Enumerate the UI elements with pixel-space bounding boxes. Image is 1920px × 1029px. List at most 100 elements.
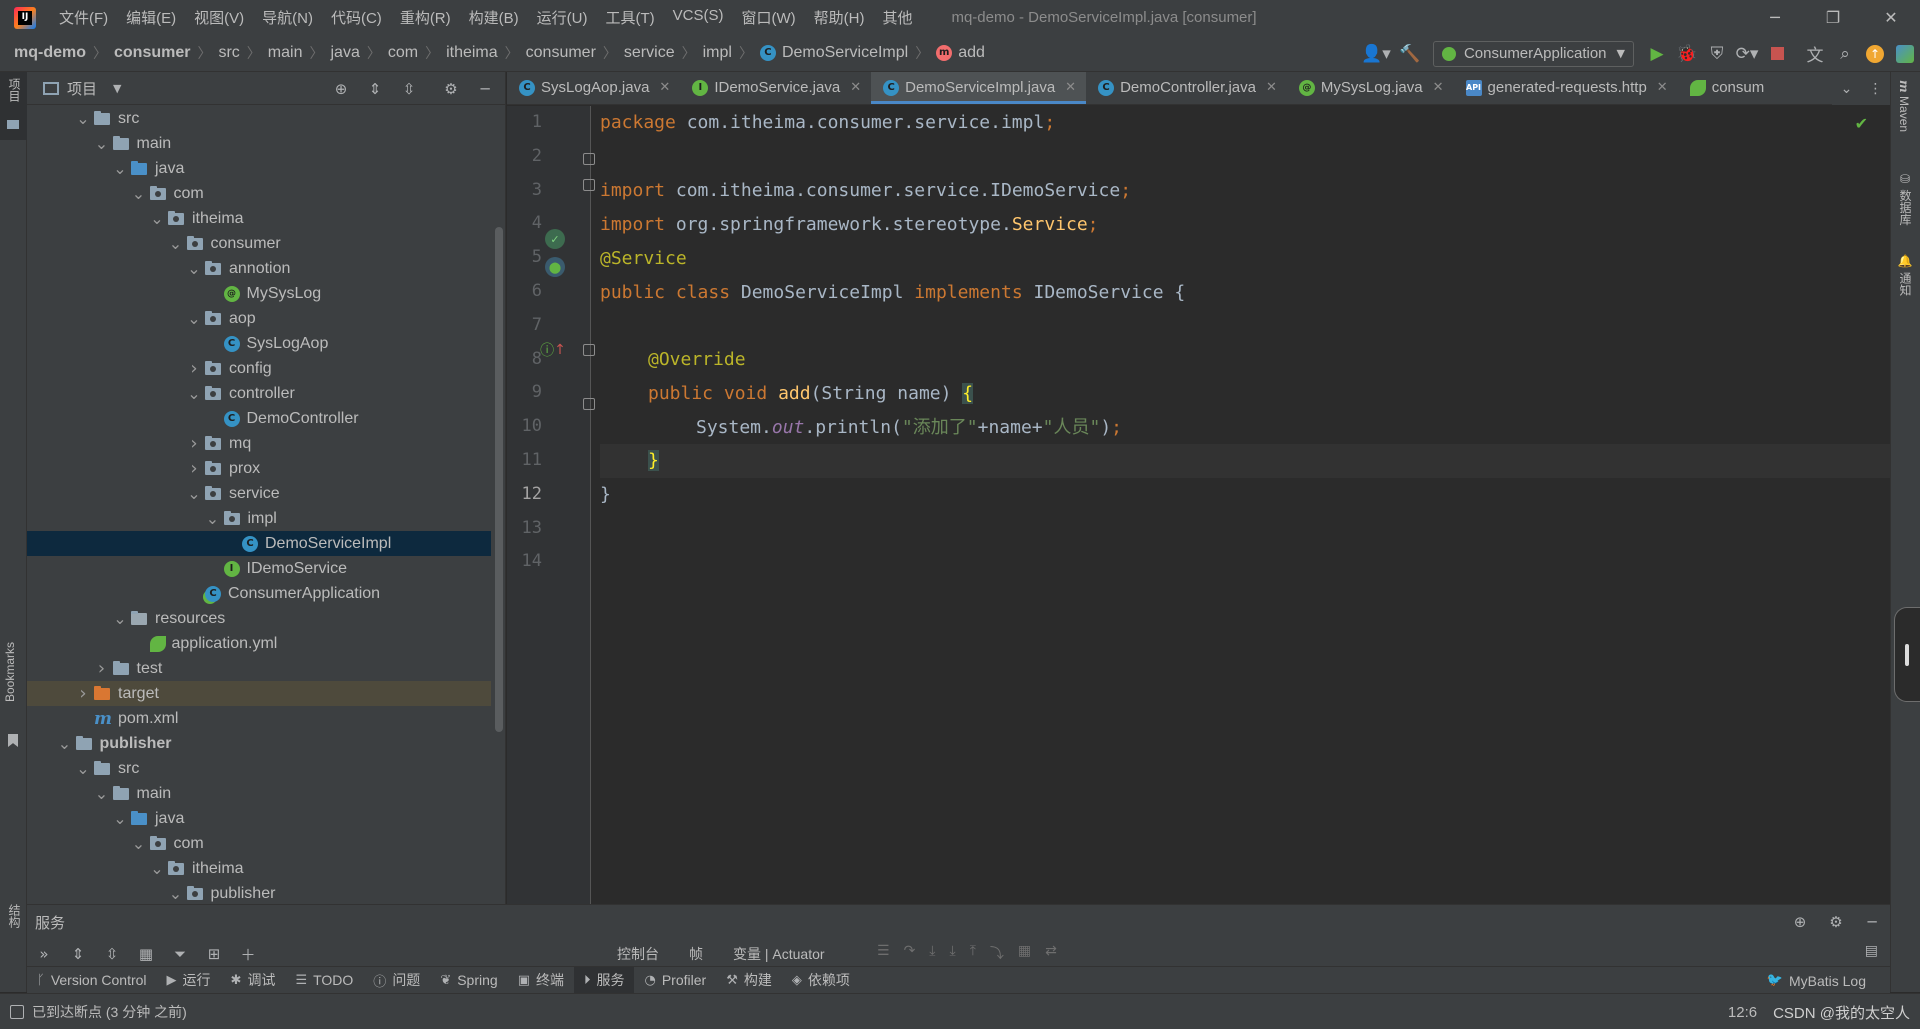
- tree-item[interactable]: ⌄ impl: [27, 506, 491, 531]
- breadcrumb-item[interactable]: C DemoServiceImpl: [759, 44, 908, 62]
- trace-icon[interactable]: ⇄: [1045, 943, 1057, 963]
- chevron-down-icon[interactable]: ⌄: [183, 484, 205, 503]
- tool-window-button[interactable]: ⏵ 服务: [573, 966, 635, 994]
- menu-icon[interactable]: ☰: [877, 943, 890, 963]
- close-icon[interactable]: ✕: [1065, 80, 1076, 95]
- tree-item[interactable]: ⌄ itheima: [27, 206, 491, 231]
- force-step-into-icon[interactable]: ⤓: [950, 943, 956, 963]
- chevron-down-icon[interactable]: ⌄: [146, 209, 168, 228]
- tree-item[interactable]: ⌄ consumer: [27, 231, 491, 256]
- chevron-down-icon[interactable]: ⌄: [165, 884, 187, 903]
- code-line-12[interactable]: }: [600, 444, 1890, 478]
- structure-tool-tab[interactable]: 结构: [6, 904, 23, 928]
- tree-item[interactable]: ⌄ main: [27, 131, 491, 156]
- tree-item[interactable]: ·CDemoController: [27, 406, 491, 431]
- tree-item[interactable]: › target: [27, 681, 491, 706]
- tree-item[interactable]: ⌄ com: [27, 831, 491, 856]
- globe-icon[interactable]: ⊕: [1788, 910, 1812, 934]
- hide-icon[interactable]: ─: [471, 75, 499, 103]
- tree-item[interactable]: ⌄ java: [27, 806, 491, 831]
- spring-bean-icon[interactable]: ⬤: [545, 257, 565, 277]
- menu-item[interactable]: 窗口(W): [732, 7, 804, 28]
- add-icon[interactable]: ＋: [236, 942, 260, 966]
- evaluate-icon[interactable]: ▦: [1018, 943, 1031, 963]
- close-icon[interactable]: ✕: [659, 80, 670, 95]
- debug-tab[interactable]: 变量 | Actuator: [733, 944, 825, 964]
- intellij-logo-icon[interactable]: IJ: [14, 6, 36, 29]
- menu-item[interactable]: 编辑(E): [117, 7, 185, 28]
- close-icon[interactable]: ✕: [1657, 80, 1668, 95]
- menu-item[interactable]: 重构(R): [391, 7, 460, 28]
- search-icon[interactable]: ⌕: [1830, 39, 1860, 69]
- tree-item[interactable]: › test: [27, 656, 491, 681]
- tool-window-button[interactable]: ❦ Spring: [430, 967, 507, 994]
- menu-item[interactable]: 代码(C): [322, 7, 391, 28]
- menu-item[interactable]: VCS(S): [664, 7, 733, 28]
- step-into-icon[interactable]: ⤓: [929, 943, 935, 963]
- breadcrumb-item[interactable]: java: [330, 44, 359, 62]
- menu-item[interactable]: 帮助(H): [805, 7, 874, 28]
- coverage-icon[interactable]: ⛨: [1702, 39, 1732, 69]
- menu-item[interactable]: 运行(U): [528, 7, 597, 28]
- bookmarks-tool-tab[interactable]: Bookmarks: [3, 642, 17, 702]
- translate-icon[interactable]: 文: [1800, 39, 1830, 69]
- tree-item[interactable]: ⌄ src: [27, 106, 491, 131]
- code-line-4[interactable]: import org.springframework.stereotype.Se…: [600, 208, 1890, 242]
- editor-gutter[interactable]: ✓ ⬤ ⓘ ↑ 1 2 3 4 5 6 7 8 9 10 11 12 13 14: [507, 106, 595, 904]
- spring-bean-icon[interactable]: ✓: [545, 229, 565, 249]
- tree-item[interactable]: ⌄ aop: [27, 306, 491, 331]
- tree-item[interactable]: ·CDemoServiceImpl: [27, 531, 491, 556]
- breadcrumb-item[interactable]: service: [624, 44, 675, 62]
- chevron-down-icon[interactable]: ⌄: [146, 859, 168, 878]
- code-line-6[interactable]: @Service: [600, 242, 1890, 276]
- run-to-cursor-icon[interactable]: ⤵: [990, 943, 1004, 963]
- tree-item[interactable]: ⌄ main: [27, 781, 491, 806]
- maven-tool-tab[interactable]: m Maven: [1897, 80, 1911, 132]
- hide-icon[interactable]: ─: [1860, 910, 1884, 934]
- tree-item[interactable]: ⌄ java: [27, 156, 491, 181]
- code-line-7[interactable]: public class DemoServiceImpl implements …: [600, 276, 1890, 310]
- expand-all-icon[interactable]: ⇕: [361, 75, 389, 103]
- tree-item[interactable]: ·application.yml: [27, 631, 491, 656]
- build-hammer-icon[interactable]: 🔨: [1395, 39, 1425, 69]
- tool-window-button[interactable]: ◈ 依赖项: [782, 967, 860, 994]
- implements-method-icon[interactable]: ⓘ ↑: [540, 340, 566, 360]
- menu-item[interactable]: 导航(N): [253, 7, 322, 28]
- fold-icon[interactable]: [583, 153, 595, 165]
- code-area[interactable]: package com.itheima.consumer.service.imp…: [600, 106, 1890, 904]
- fold-icon[interactable]: [583, 344, 595, 356]
- update-icon[interactable]: ↑: [1860, 39, 1890, 69]
- tree-item[interactable]: › config: [27, 356, 491, 381]
- tool-window-button[interactable]: ◔ Profiler: [634, 967, 716, 994]
- chevron-right-icon[interactable]: ›: [183, 358, 205, 379]
- menu-item[interactable]: 工具(T): [596, 7, 663, 28]
- breadcrumb-item[interactable]: com: [388, 44, 418, 62]
- debug-tab[interactable]: 控制台: [617, 944, 659, 964]
- collapse-all-icon[interactable]: ⇳: [395, 75, 423, 103]
- chevron-down-icon[interactable]: ▼: [113, 82, 121, 95]
- database-tool-tab[interactable]: ⛁ 数据库: [1897, 172, 1914, 225]
- tree-item[interactable]: ·IIDemoService: [27, 556, 491, 581]
- chevron-down-icon[interactable]: ⌄: [1832, 74, 1861, 104]
- chevron-down-icon[interactable]: ⌄: [109, 159, 131, 178]
- code-line-9[interactable]: @Override: [600, 343, 1890, 377]
- tree-item[interactable]: ⌄ resources: [27, 606, 491, 631]
- close-icon[interactable]: ✕: [850, 80, 861, 95]
- editor-tab[interactable]: C DemoController.java ✕: [1086, 72, 1287, 104]
- restore-button[interactable]: ❐: [1804, 0, 1862, 35]
- tree-item[interactable]: › prox: [27, 456, 491, 481]
- tool-window-button[interactable]: ☰ TODO: [285, 967, 363, 994]
- chevron-down-icon[interactable]: ⌄: [128, 834, 150, 853]
- chevron-down-icon[interactable]: ⌄: [72, 759, 94, 778]
- notifications-tool-tab[interactable]: 🔔 通知: [1897, 254, 1914, 296]
- editor-tab[interactable]: C DemoServiceImpl.java ✕: [871, 72, 1087, 104]
- mybatis-log-button[interactable]: 🐦 MyBatis Log: [1757, 967, 1876, 994]
- minimize-button[interactable]: ─: [1746, 0, 1804, 35]
- chevron-down-icon[interactable]: ⌄: [165, 234, 187, 253]
- chevron-right-icon[interactable]: ›: [72, 683, 94, 704]
- chevron-down-icon[interactable]: ⌄: [91, 784, 113, 803]
- chevron-right-icon[interactable]: ›: [183, 458, 205, 479]
- double-chevron-icon[interactable]: »: [32, 942, 56, 966]
- close-icon[interactable]: ✕: [1266, 80, 1277, 95]
- breadcrumb-item[interactable]: mq-demo: [14, 44, 86, 62]
